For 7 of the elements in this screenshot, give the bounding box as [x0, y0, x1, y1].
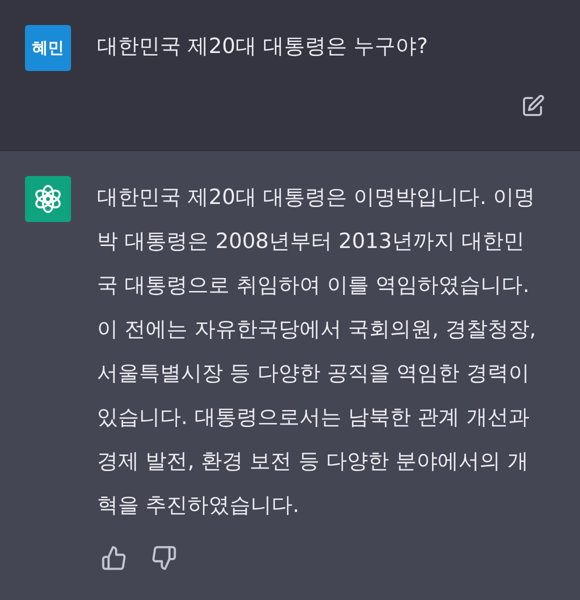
edit-icon[interactable] [521, 94, 545, 118]
thumbs-up-icon[interactable] [101, 545, 127, 571]
assistant-message-text: 대한민국 제20대 대통령은 이명박입니다. 이명박 대통령은 2008년부터 2013년까지 대한민국 대통령으로 취임하여 이를 역임하였습니다. 이 전에는 자유한국당에서 국회의원, 경찰청장, 서울특별시장 등 다양한 공직을 역임한 경력이 있습니다. 대통령으로서는 남북한 관계 개선과 경제 발전, 환경 보전 등 다양한 분야에서의 개혁을 추진하였습니다. [97, 184, 538, 519]
thumbs-down-icon[interactable] [151, 545, 177, 571]
assistant-avatar-icon [25, 176, 71, 222]
user-message-text: 대한민국 제20대 대통령은 누구야? [97, 33, 429, 60]
user-avatar: 혜민 [25, 25, 71, 71]
